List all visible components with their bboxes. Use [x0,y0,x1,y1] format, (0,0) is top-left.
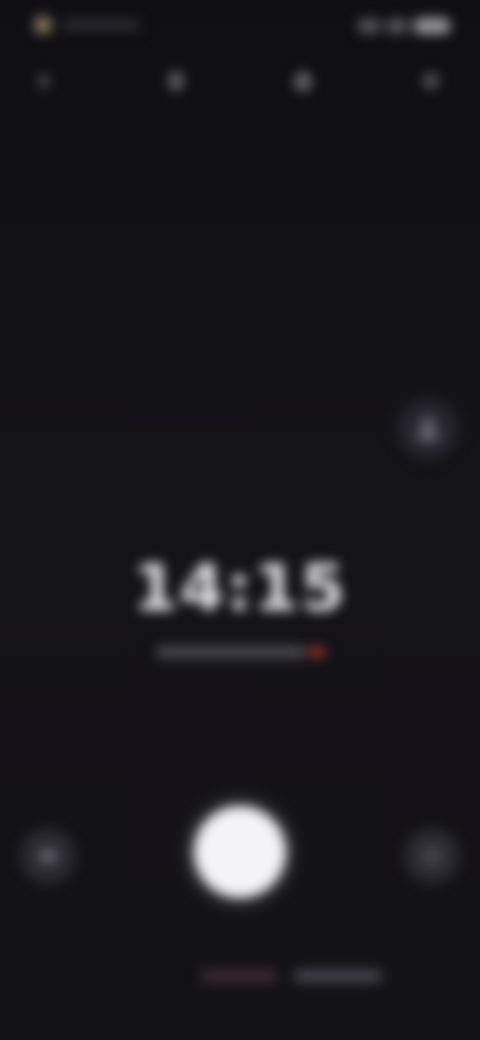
mode-tabs [200,963,400,989]
top-controls [0,58,480,108]
gallery-icon[interactable] [20,828,76,884]
status-carrier-text [62,19,140,31]
gear-icon[interactable] [408,58,454,104]
subtitle-text [156,646,306,658]
mode-tab[interactable] [294,970,382,982]
status-bar [0,0,480,56]
camera-screen: 14:15 [0,0,480,1040]
switch-camera-icon[interactable] [404,828,460,884]
person-icon[interactable] [394,395,462,463]
battery-icon [414,18,450,34]
recording-indicator [308,648,326,656]
timer-subtitle [156,646,332,660]
shutter-button[interactable] [194,806,286,898]
timer-icon[interactable] [280,58,326,104]
location-dot-icon [34,16,52,34]
blurred-content: 14:15 [0,0,480,1040]
wifi-icon [386,19,408,33]
aspect-icon[interactable] [153,58,199,104]
flash-icon[interactable] [22,58,68,104]
status-right [358,18,450,34]
status-left [34,16,140,34]
signal-icon [358,19,380,33]
mode-tab[interactable] [200,970,278,982]
timer-readout: 14:15 [133,552,347,626]
